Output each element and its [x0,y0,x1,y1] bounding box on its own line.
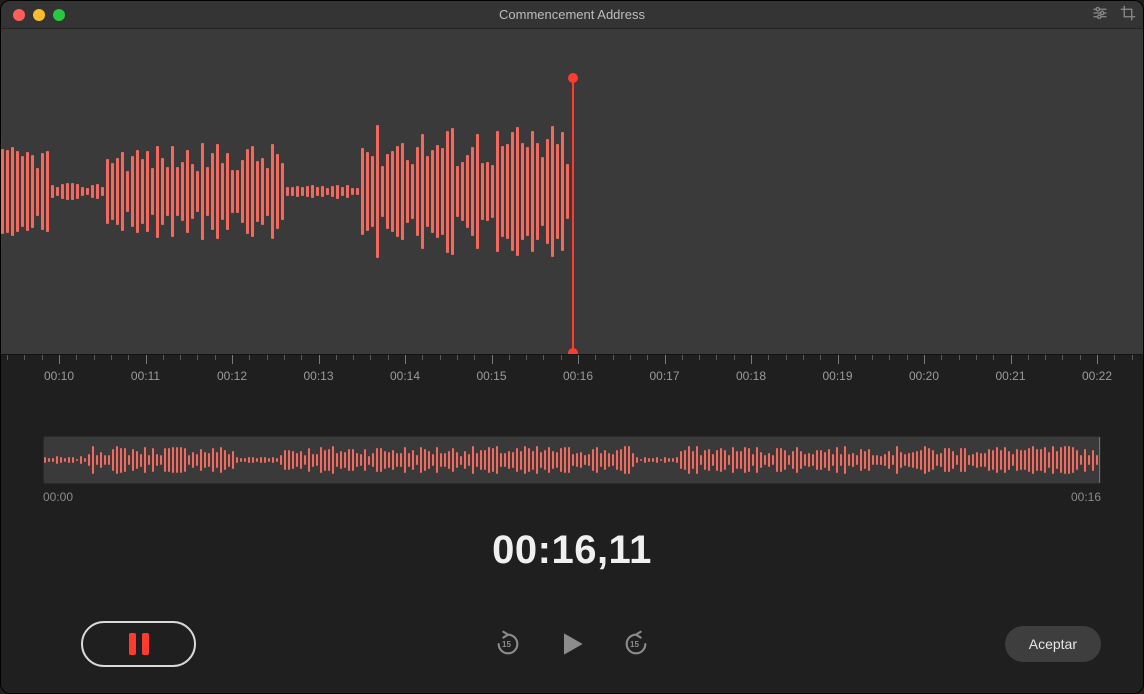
titlebar: Commencement Address [1,1,1143,29]
waveform-detail[interactable] [1,29,1143,354]
time-readout: 00:16,11 [1,528,1143,573]
skip-back-button[interactable]: 15 [493,629,523,659]
transport-controls: 15 15 Aceptar [1,616,1143,671]
ruler-label: 00:18 [736,369,766,383]
ruler-label: 00:14 [390,369,420,383]
ruler-label: 00:15 [476,369,506,383]
maximize-window-button[interactable] [53,9,65,21]
app-window: Commencement Address [0,0,1144,694]
skip-back-amount: 15 [502,640,511,649]
ruler-label: 00:12 [217,369,247,383]
title-actions [1091,1,1137,29]
playhead[interactable] [572,77,574,354]
overview-end-time: 00:16 [1071,490,1101,504]
trim-icon[interactable] [1119,4,1137,27]
window-title: Commencement Address [1,7,1143,22]
ruler-label: 00:21 [995,369,1025,383]
ruler-label: 00:16 [563,369,593,383]
close-window-button[interactable] [13,9,25,21]
minimize-window-button[interactable] [33,9,45,21]
waveform-overview[interactable] [43,436,1101,484]
ruler-label: 00:20 [909,369,939,383]
overview-playhead[interactable] [1099,436,1101,484]
ruler-label: 00:19 [822,369,852,383]
done-button-label: Aceptar [1029,636,1077,652]
ruler-label: 00:22 [1082,369,1112,383]
skip-forward-amount: 15 [630,640,639,649]
ruler-label: 00:10 [44,369,74,383]
ruler-label: 00:11 [131,369,160,383]
play-button[interactable] [553,625,591,663]
window-controls [1,9,65,21]
pause-icon [129,633,149,655]
record-pause-button[interactable] [81,621,196,667]
ruler-label: 00:17 [649,369,679,383]
settings-icon[interactable] [1091,4,1109,27]
overview-time-labels: 00:00 00:16 [43,490,1101,504]
skip-forward-button[interactable]: 15 [621,629,651,659]
overview-start-time: 00:00 [43,490,73,504]
ruler-label: 00:13 [303,369,333,383]
time-ruler[interactable]: 00:10 00:11 00:12 00:13 00:14 00:15 00:16 00:17… [1,354,1143,394]
done-button[interactable]: Aceptar [1005,626,1101,662]
